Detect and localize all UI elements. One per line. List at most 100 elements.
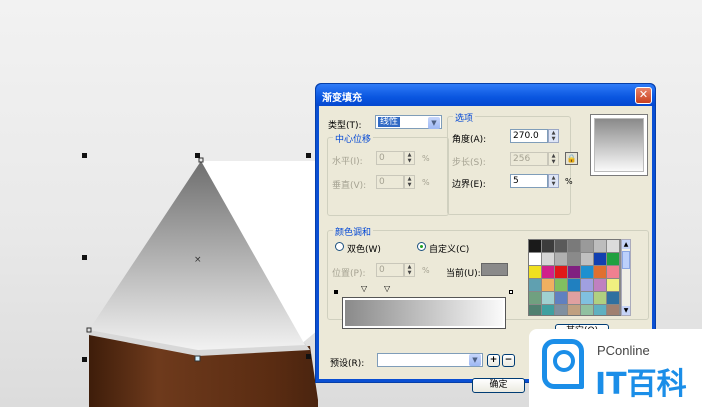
current-color-label: 当前(U): bbox=[446, 269, 481, 279]
ok-button[interactable]: 确定 bbox=[472, 378, 525, 393]
palette-swatch[interactable] bbox=[568, 240, 580, 252]
remove-preset-button[interactable]: − bbox=[502, 354, 515, 367]
palette-swatch[interactable] bbox=[594, 253, 606, 265]
color-palette[interactable] bbox=[528, 239, 622, 316]
palette-swatch[interactable] bbox=[542, 279, 554, 291]
palette-swatch[interactable] bbox=[594, 305, 606, 315]
palette-swatch[interactable] bbox=[529, 253, 541, 265]
selection-handle-tm[interactable] bbox=[195, 153, 200, 158]
plus-icon: + bbox=[489, 355, 498, 365]
gradient-preview bbox=[590, 114, 648, 176]
position-label: 位置(P): bbox=[332, 269, 366, 279]
palette-swatch[interactable] bbox=[542, 240, 554, 252]
selection-handle-bl[interactable] bbox=[82, 357, 87, 362]
color-stop-icon[interactable]: ▽ bbox=[384, 284, 390, 293]
palette-swatch[interactable] bbox=[542, 253, 554, 265]
vertical-input[interactable]: 0 bbox=[376, 175, 404, 189]
palette-swatch[interactable] bbox=[555, 279, 567, 291]
steps-spinner[interactable]: ▲ ▼ bbox=[548, 152, 559, 166]
gradient-band[interactable] bbox=[342, 297, 506, 329]
palette-swatch[interactable] bbox=[555, 292, 567, 304]
horizontal-percent: % bbox=[422, 154, 430, 163]
two-color-label[interactable]: 双色(W) bbox=[347, 242, 381, 255]
palette-swatch[interactable] bbox=[529, 292, 541, 304]
palette-swatch[interactable] bbox=[594, 266, 606, 278]
node-handle[interactable] bbox=[194, 355, 201, 362]
gradient-start-marker[interactable] bbox=[334, 290, 338, 294]
selection-handle-tr[interactable] bbox=[306, 153, 311, 158]
dialog-titlebar[interactable]: 渐变填充 ✕ bbox=[316, 84, 655, 106]
palette-swatch[interactable] bbox=[555, 266, 567, 278]
vertical-label: 垂直(V): bbox=[332, 181, 367, 191]
scroll-thumb[interactable] bbox=[622, 251, 630, 269]
color-stop-icon[interactable]: ▽ bbox=[361, 284, 367, 293]
selection-handle-tl[interactable] bbox=[82, 153, 87, 158]
palette-swatch[interactable] bbox=[568, 266, 580, 278]
palette-swatch[interactable] bbox=[607, 305, 619, 315]
palette-swatch[interactable] bbox=[607, 240, 619, 252]
current-color-swatch[interactable] bbox=[481, 263, 508, 276]
palette-swatch[interactable] bbox=[529, 279, 541, 291]
palette-scrollbar[interactable]: ▲ ▼ bbox=[621, 239, 631, 316]
palette-swatch[interactable] bbox=[581, 266, 593, 278]
vertical-percent: % bbox=[422, 178, 430, 187]
close-button[interactable]: ✕ bbox=[635, 87, 652, 104]
palette-swatch[interactable] bbox=[607, 292, 619, 304]
dialog-title: 渐变填充 bbox=[322, 93, 362, 104]
lock-icon[interactable]: 🔒 bbox=[565, 152, 578, 165]
vertical-spinner[interactable]: ▲ ▼ bbox=[404, 175, 415, 189]
palette-swatch[interactable] bbox=[581, 240, 593, 252]
preset-select[interactable] bbox=[377, 353, 483, 367]
palette-swatch[interactable] bbox=[542, 292, 554, 304]
custom-radio[interactable] bbox=[417, 242, 426, 251]
chevron-down-icon[interactable]: ▼ bbox=[469, 354, 481, 366]
palette-swatch[interactable] bbox=[594, 240, 606, 252]
palette-swatch[interactable] bbox=[542, 266, 554, 278]
steps-input[interactable]: 256 bbox=[510, 152, 548, 166]
scroll-down-icon[interactable]: ▼ bbox=[622, 306, 630, 315]
palette-swatch[interactable] bbox=[568, 279, 580, 291]
palette-swatch[interactable] bbox=[555, 253, 567, 265]
selection-handle-ml[interactable] bbox=[82, 255, 87, 260]
preset-label: 预设(R): bbox=[330, 359, 365, 369]
palette-swatch[interactable] bbox=[594, 279, 606, 291]
palette-swatch[interactable] bbox=[568, 305, 580, 315]
palette-swatch[interactable] bbox=[607, 253, 619, 265]
add-preset-button[interactable]: + bbox=[487, 354, 500, 367]
palette-swatch[interactable] bbox=[581, 279, 593, 291]
options-title: 选项 bbox=[453, 111, 476, 124]
type-label: 类型(T): bbox=[328, 121, 362, 131]
palette-swatch[interactable] bbox=[555, 305, 567, 315]
palette-swatch[interactable] bbox=[529, 240, 541, 252]
edge-input[interactable]: 5 bbox=[510, 174, 548, 188]
horizontal-input[interactable]: 0 bbox=[376, 151, 404, 165]
scroll-up-icon[interactable]: ▲ bbox=[622, 240, 630, 249]
chevron-down-icon[interactable]: ▼ bbox=[428, 117, 440, 129]
type-select[interactable]: 线性 ▼ bbox=[375, 115, 442, 129]
palette-swatch[interactable] bbox=[568, 292, 580, 304]
palette-swatch[interactable] bbox=[607, 266, 619, 278]
angle-input[interactable]: 270.0 bbox=[510, 129, 548, 143]
selection-handle-br[interactable] bbox=[306, 354, 311, 359]
position-spinner[interactable]: ▲ ▼ bbox=[404, 263, 415, 277]
palette-swatch[interactable] bbox=[581, 253, 593, 265]
edge-spinner[interactable]: ▲ ▼ bbox=[548, 174, 559, 188]
palette-swatch[interactable] bbox=[581, 305, 593, 315]
edge-label: 边界(E): bbox=[452, 180, 486, 190]
palette-swatch[interactable] bbox=[529, 305, 541, 315]
palette-swatch[interactable] bbox=[568, 253, 580, 265]
horizontal-label: 水平(I): bbox=[332, 157, 363, 167]
angle-spinner[interactable]: ▲ ▼ bbox=[548, 129, 559, 143]
color-blend-title: 颜色调和 bbox=[333, 225, 374, 238]
palette-swatch[interactable] bbox=[555, 240, 567, 252]
palette-swatch[interactable] bbox=[542, 305, 554, 315]
custom-label[interactable]: 自定义(C) bbox=[429, 242, 469, 255]
two-color-radio[interactable] bbox=[335, 242, 344, 251]
position-input[interactable]: 0 bbox=[376, 263, 404, 277]
palette-swatch[interactable] bbox=[529, 266, 541, 278]
palette-swatch[interactable] bbox=[594, 292, 606, 304]
gradient-end-marker[interactable] bbox=[509, 290, 513, 294]
horizontal-spinner[interactable]: ▲ ▼ bbox=[404, 151, 415, 165]
palette-swatch[interactable] bbox=[581, 292, 593, 304]
palette-swatch[interactable] bbox=[607, 279, 619, 291]
